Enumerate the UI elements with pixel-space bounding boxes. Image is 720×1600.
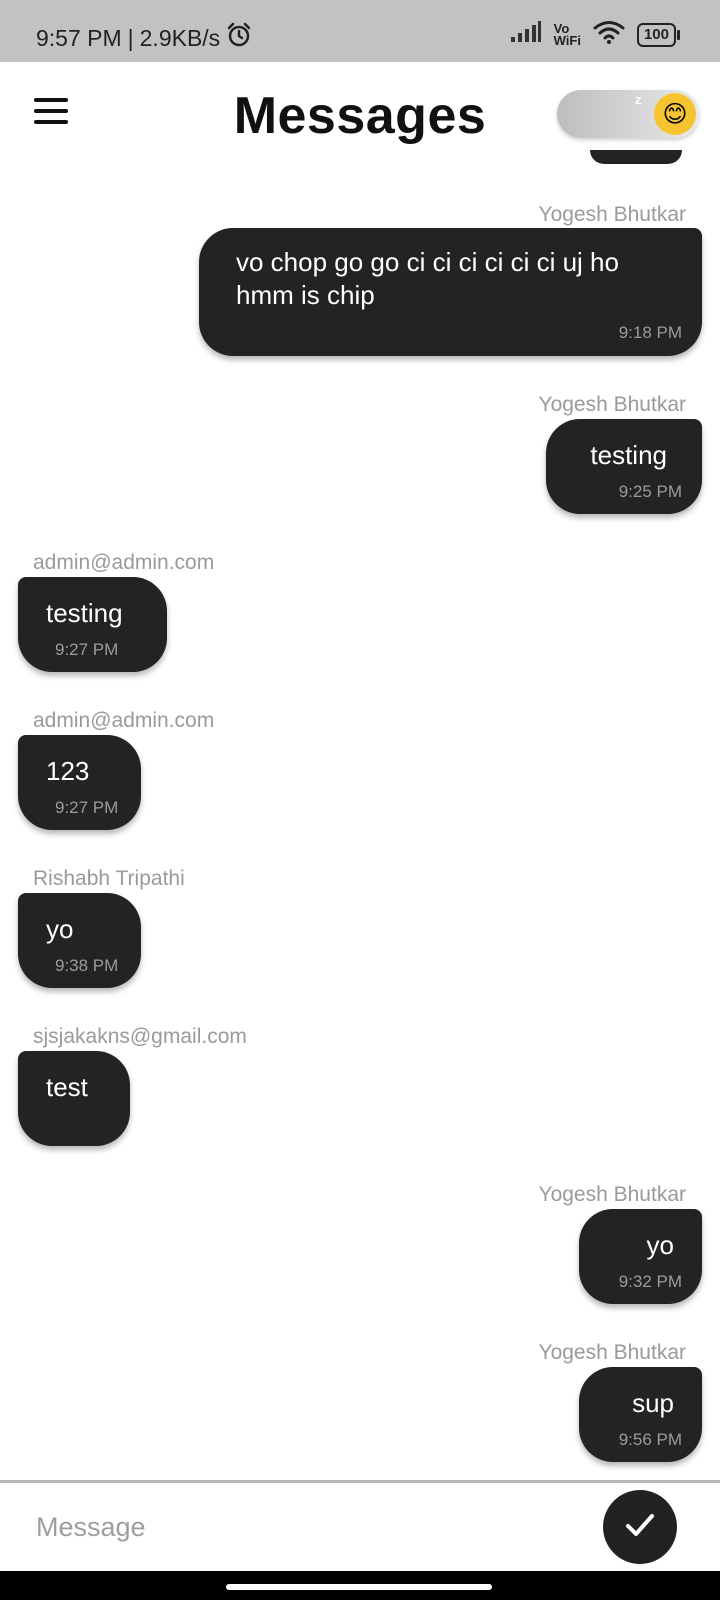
signal-icon [510,21,542,48]
message-time: 9:56 PM [618,1430,682,1449]
message-text: 123 [46,756,90,786]
status-speed: 2.9KB/s [139,24,221,51]
message-text: testing [590,440,667,470]
wifi-icon [593,20,625,49]
message-sender: admin@admin.com [33,709,215,732]
message-time: 9:32 PM [618,1272,682,1291]
message-text: yo [646,1230,674,1260]
message-sender: admin@admin.com [33,551,215,574]
battery-level: 100 [636,22,676,47]
message-sender: Yogesh Bhutkar [538,393,686,416]
message-sender: Yogesh Bhutkar [538,203,686,226]
message-text: yo [46,914,74,944]
message-text: vo chop go go ci ci ci ci ci ci uj ho hm… [236,247,619,310]
message-bubble-outgoing[interactable]: vo chop go go ci ci ci ci ci ci uj ho hm… [199,228,702,356]
status-time: 9:57 PM [36,24,122,51]
message-bubble-incoming[interactable]: 123 9:27 PM [18,735,141,830]
alarm-icon [226,22,252,54]
message-sender: Yogesh Bhutkar [538,1183,686,1206]
message-time: 9:38 PM [55,956,119,975]
message-text: sup [632,1388,674,1418]
message-bubble-incoming[interactable]: testing 9:27 PM [18,577,167,672]
theme-toggle[interactable]: z 😊 [557,90,699,138]
message-bubble-incoming[interactable]: yo 9:38 PM [18,893,141,988]
message-text: test [46,1072,88,1102]
system-nav-bar [0,1571,720,1600]
message-bubble-outgoing[interactable]: testing 9:25 PM [546,419,702,514]
battery-icon: 100 [636,22,680,47]
partial-message-bubble [590,150,682,164]
vowifi-icon: Vo WiFi [553,22,581,48]
message-sender: sjsjakakns@gmail.com [33,1025,247,1048]
emoji-knob-icon: 😊 [654,93,696,135]
sleep-icon: z [635,92,642,107]
status-right: Vo WiFi 100 [510,20,680,49]
message-text: testing [46,598,123,628]
message-bubble-outgoing[interactable]: yo 9:32 PM [579,1209,702,1304]
vowifi-bottom: WiFi [553,32,581,48]
message-input[interactable] [36,1503,556,1551]
send-button[interactable] [603,1490,677,1564]
status-separator: | [127,24,134,51]
status-bar: 9:57 PM | 2.9KB/s Vo WiFi 100 [0,0,720,62]
message-time: 9:25 PM [618,482,682,501]
message-bubble-outgoing[interactable]: sup 9:56 PM [579,1367,702,1462]
message-composer [0,1483,720,1571]
message-sender: Yogesh Bhutkar [538,1341,686,1364]
message-time: 9:27 PM [55,640,119,659]
message-sender: Rishabh Tripathi [33,867,185,890]
status-left: 9:57 PM | 2.9KB/s [36,22,252,54]
checkmark-icon [622,1507,658,1548]
message-time: 9:18 PM [618,323,682,342]
home-indicator[interactable] [226,1584,492,1590]
message-time: 9:27 PM [55,798,119,817]
message-bubble-incoming[interactable]: test [18,1051,130,1146]
